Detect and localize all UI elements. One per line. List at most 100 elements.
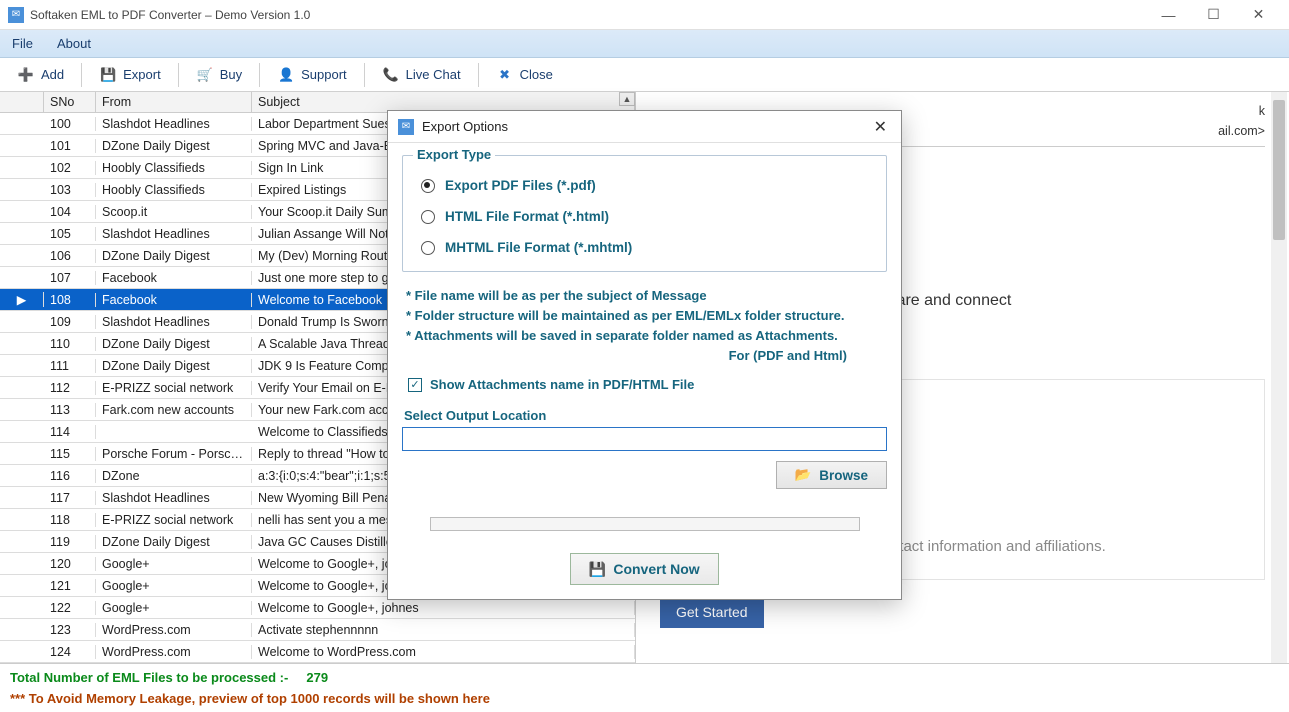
browse-label: Browse xyxy=(819,468,868,483)
cell-from: DZone xyxy=(96,469,252,483)
col-sno[interactable]: SNo xyxy=(44,92,96,112)
cell-sno: 120 xyxy=(44,557,96,571)
add-button[interactable]: ➕ Add xyxy=(6,61,75,89)
cell-sno: 103 xyxy=(44,183,96,197)
export-notes: * File name will be as per the subject o… xyxy=(406,288,883,363)
close-window-button[interactable]: ✕ xyxy=(1236,0,1281,30)
convert-now-button[interactable]: 💾 Convert Now xyxy=(570,553,718,585)
support-icon: 👤 xyxy=(277,66,295,84)
cell-sno: 118 xyxy=(44,513,96,527)
status-footer: Total Number of EML Files to be processe… xyxy=(0,664,1289,712)
toolbar: ➕ Add 💾Export 🛒 Buy 👤 Support 📞Live Chat ✖C… xyxy=(0,58,1289,92)
col-subject[interactable]: Subject xyxy=(252,92,635,112)
cell-from: Facebook xyxy=(96,271,252,285)
close-label: Close xyxy=(520,67,553,82)
status-count-value: 279 xyxy=(306,670,328,685)
cell-from: Hoobly Classifieds xyxy=(96,161,252,175)
col-from[interactable]: From xyxy=(96,92,252,112)
output-location-input[interactable] xyxy=(402,427,887,451)
window-title: Softaken EML to PDF Converter – Demo Ver… xyxy=(30,8,1146,22)
save-icon: 💾 xyxy=(99,66,117,84)
cell-sno: 122 xyxy=(44,601,96,615)
add-label: Add xyxy=(41,67,64,82)
dialog-titlebar: ✉ Export Options ✕ xyxy=(388,111,901,143)
radio-pdf-label: Export PDF Files (*.pdf) xyxy=(445,178,596,193)
close-button[interactable]: ✖Close xyxy=(485,61,564,89)
cell-from: DZone Daily Digest xyxy=(96,139,252,153)
radio-icon xyxy=(421,241,435,255)
cell-from: DZone Daily Digest xyxy=(96,337,252,351)
scrollbar-thumb[interactable] xyxy=(1273,100,1285,240)
menu-about[interactable]: About xyxy=(57,36,91,51)
cell-sno: 113 xyxy=(44,403,96,417)
buy-button[interactable]: 🛒 Buy xyxy=(185,61,253,89)
cell-sno: 101 xyxy=(44,139,96,153)
dialog-title: Export Options xyxy=(422,119,862,134)
dialog-close-button[interactable]: ✕ xyxy=(870,117,891,137)
toolbar-separator xyxy=(364,63,365,87)
note-folder: * Folder structure will be maintained as… xyxy=(406,308,883,323)
row-indicator: ▶ xyxy=(0,292,44,307)
cell-sno: 114 xyxy=(44,425,96,439)
cell-from: DZone Daily Digest xyxy=(96,535,252,549)
radio-icon xyxy=(421,179,435,193)
radio-html-label: HTML File Format (*.html) xyxy=(445,209,609,224)
cell-from: Slashdot Headlines xyxy=(96,117,252,131)
cell-sno: 116 xyxy=(44,469,96,483)
cell-from: E-PRIZZ social network xyxy=(96,381,252,395)
cell-sno: 115 xyxy=(44,447,96,461)
cell-from: Porsche Forum - Porsche Ent... xyxy=(96,447,252,461)
radio-mhtml-label: MHTML File Format (*.mhtml) xyxy=(445,240,632,255)
show-attachments-checkbox[interactable]: ✓ Show Attachments name in PDF/HTML File xyxy=(408,377,881,392)
export-type-fieldset: Export Type Export PDF Files (*.pdf) HTM… xyxy=(402,155,887,272)
support-label: Support xyxy=(301,67,347,82)
minimize-button[interactable]: — xyxy=(1146,0,1191,30)
livechat-button[interactable]: 📞Live Chat xyxy=(371,61,472,89)
status-count-label: Total Number of EML Files to be processe… xyxy=(10,670,288,685)
cell-from: Slashdot Headlines xyxy=(96,315,252,329)
cell-sno: 121 xyxy=(44,579,96,593)
cell-sno: 107 xyxy=(44,271,96,285)
table-row[interactable]: 122Google+Welcome to Google+, johnes xyxy=(0,597,635,619)
dialog-icon: ✉ xyxy=(398,119,414,135)
livechat-label: Live Chat xyxy=(406,67,461,82)
cell-subject: Activate stephennnnn xyxy=(252,623,635,637)
cell-sno: 102 xyxy=(44,161,96,175)
maximize-button[interactable]: ☐ xyxy=(1191,0,1236,30)
cell-sno: 123 xyxy=(44,623,96,637)
preview-scrollbar[interactable] xyxy=(1271,92,1287,663)
cell-from: Scoop.it xyxy=(96,205,252,219)
radio-pdf[interactable]: Export PDF Files (*.pdf) xyxy=(421,178,870,193)
window-controls: — ☐ ✕ xyxy=(1146,0,1281,30)
plus-icon: ➕ xyxy=(17,66,35,84)
grid-scroll-up[interactable]: ▲ xyxy=(619,92,635,106)
cell-from: E-PRIZZ social network xyxy=(96,513,252,527)
status-warning: *** To Avoid Memory Leakage, preview of … xyxy=(10,691,1279,706)
radio-mhtml[interactable]: MHTML File Format (*.mhtml) xyxy=(421,240,870,255)
cell-from: Fark.com new accounts xyxy=(96,403,252,417)
toolbar-separator xyxy=(178,63,179,87)
cell-from: Slashdot Headlines xyxy=(96,227,252,241)
radio-html[interactable]: HTML File Format (*.html) xyxy=(421,209,870,224)
get-started-button[interactable]: Get Started xyxy=(660,596,764,628)
browse-button[interactable]: 📂 Browse xyxy=(776,461,887,489)
support-button[interactable]: 👤 Support xyxy=(266,61,358,89)
note-attachments-sub: For (PDF and Html) xyxy=(406,348,883,363)
export-options-dialog: ✉ Export Options ✕ Export Type Export PD… xyxy=(387,110,902,600)
cart-icon: 🛒 xyxy=(196,66,214,84)
app-icon: ✉ xyxy=(8,7,24,23)
export-button[interactable]: 💾Export xyxy=(88,61,172,89)
dialog-body: Export Type Export PDF Files (*.pdf) HTM… xyxy=(388,143,901,599)
table-row[interactable]: 124WordPress.comWelcome to WordPress.com xyxy=(0,641,635,663)
buy-label: Buy xyxy=(220,67,242,82)
cell-sno: 110 xyxy=(44,337,96,351)
cell-sno: 117 xyxy=(44,491,96,505)
menu-file[interactable]: File xyxy=(12,36,33,51)
cell-from: Hoobly Classifieds xyxy=(96,183,252,197)
cell-sno: 124 xyxy=(44,645,96,659)
cell-sno: 112 xyxy=(44,381,96,395)
cell-sno: 111 xyxy=(44,359,96,373)
col-indicator[interactable] xyxy=(0,92,44,112)
table-row[interactable]: 123WordPress.comActivate stephennnnn xyxy=(0,619,635,641)
cell-from: Google+ xyxy=(96,601,252,615)
